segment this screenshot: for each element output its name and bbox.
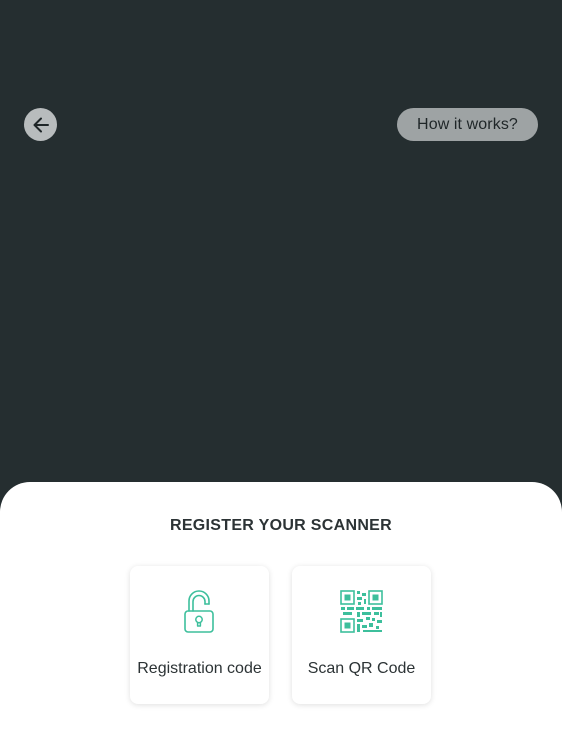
- sheet-title: REGISTER YOUR SCANNER: [169, 517, 393, 534]
- camera-screen: How it works? REGISTER YOUR SCANNER Regi…: [0, 0, 562, 750]
- registration-code-option[interactable]: Registration code: [130, 566, 269, 704]
- register-sheet: REGISTER YOUR SCANNER Registration code: [0, 482, 562, 750]
- scan-qr-code-option[interactable]: Scan QR Code: [292, 566, 431, 704]
- arrow-left-icon: [33, 117, 49, 132]
- qr-code-icon: [292, 590, 431, 636]
- unlocked-padlock-icon: [130, 590, 269, 636]
- how-it-works-button[interactable]: How it works?: [397, 108, 538, 141]
- scan-qr-code-label: Scan QR Code: [307, 660, 416, 677]
- registration-code-label: Registration code: [137, 660, 262, 677]
- back-button[interactable]: [24, 108, 57, 141]
